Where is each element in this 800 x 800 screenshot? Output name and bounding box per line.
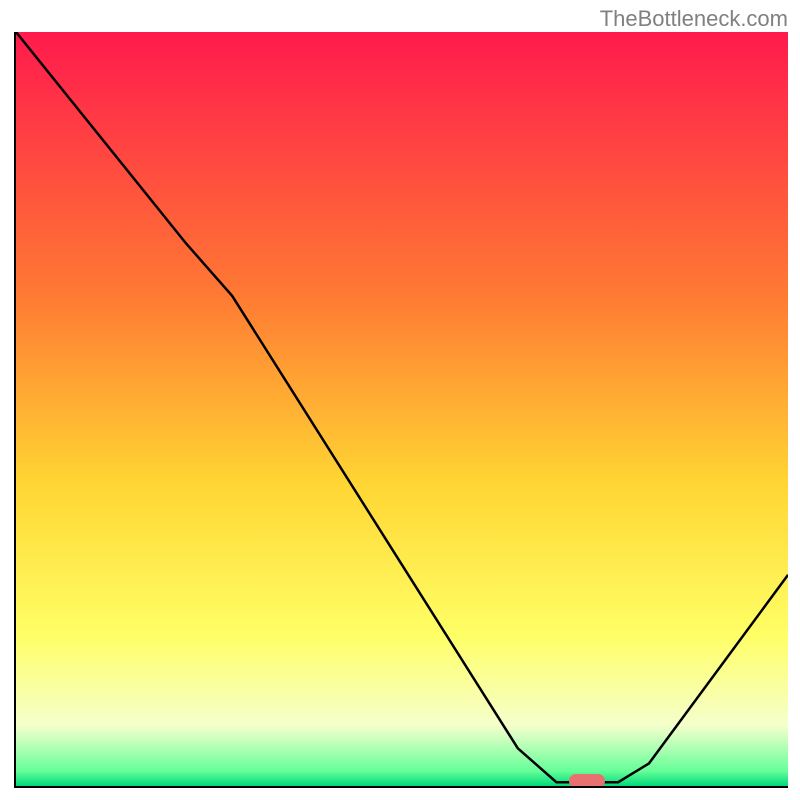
watermark-text: TheBottleneck.com	[600, 6, 788, 32]
optimal-marker	[569, 774, 605, 788]
curve-line	[16, 32, 788, 786]
chart-container: TheBottleneck.com	[0, 0, 800, 800]
plot-area	[14, 32, 788, 788]
